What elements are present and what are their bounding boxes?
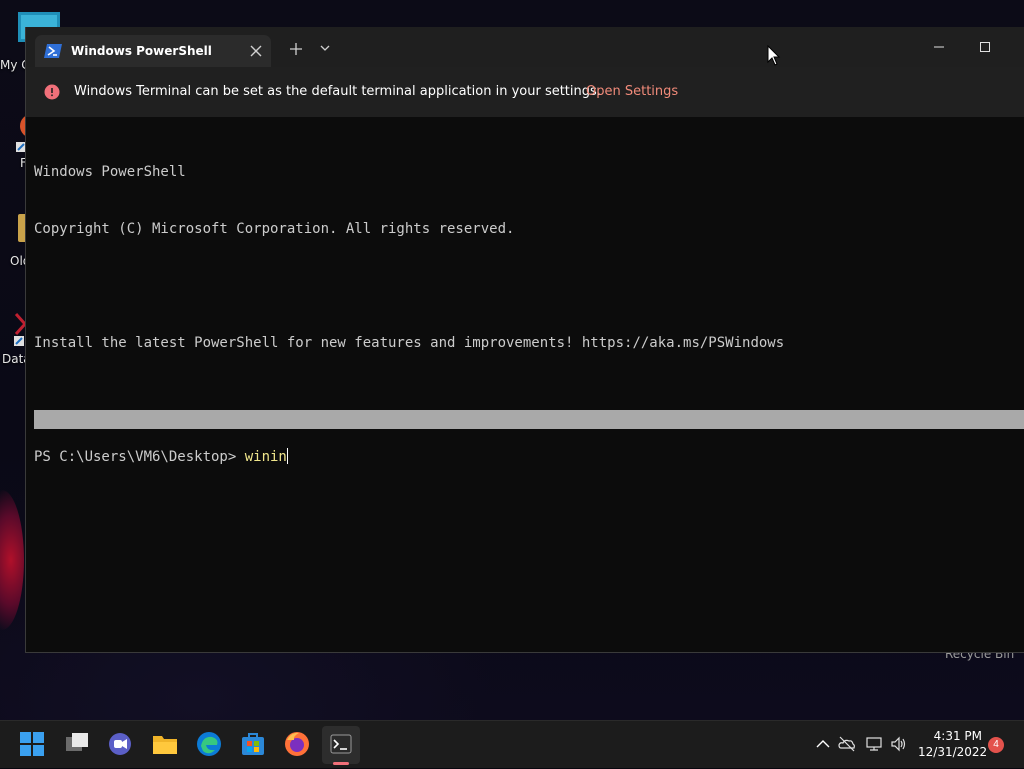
open-settings-link[interactable]: Open Settings [586, 84, 678, 99]
chevron-down-icon[interactable] [319, 42, 331, 54]
default-terminal-banner: Windows Terminal can be set as the defau… [26, 67, 1024, 117]
console-line: Windows PowerShell [34, 164, 186, 180]
tab-windows-powershell[interactable]: Windows PowerShell [35, 35, 271, 67]
firefox-icon[interactable] [283, 730, 311, 758]
terminal-window[interactable]: Windows PowerShell Windows Terminal can … [25, 27, 1024, 653]
network-icon[interactable] [865, 735, 883, 753]
terminal-taskbar-button[interactable] [322, 726, 360, 764]
tab-close-icon[interactable] [249, 44, 263, 58]
clock-date: 12/31/2022 [918, 745, 988, 759]
console-line: Install the latest PowerShell for new fe… [34, 335, 785, 351]
console-highlight-bar [34, 410, 1024, 429]
onedrive-icon[interactable] [838, 735, 856, 753]
mouse-pointer-icon [767, 45, 781, 66]
start-icon[interactable] [18, 730, 46, 758]
new-tab-icon[interactable] [288, 41, 304, 57]
file-explorer-icon[interactable] [151, 730, 179, 758]
console-line: Copyright (C) Microsoft Corporation. All… [34, 221, 515, 237]
info-icon [44, 84, 60, 100]
console-output[interactable]: Windows PowerShell Copyright (C) Microso… [34, 125, 1024, 505]
task-view-icon[interactable] [63, 730, 91, 758]
text-caret [286, 448, 288, 464]
clock-time: 4:31 PM [933, 729, 982, 743]
prompt-line[interactable]: PS C:\Users\VM6\Desktop> winin [34, 448, 1024, 467]
terminal-icon [330, 734, 352, 754]
taskbar: 4:31 PM 12/31/2022 4 [0, 720, 1024, 768]
chat-icon[interactable] [106, 730, 134, 758]
prompt: PS C:\Users\VM6\Desktop> [34, 449, 245, 465]
command-text: winin [244, 449, 287, 465]
tab-title: Windows PowerShell [71, 44, 212, 58]
store-icon[interactable] [239, 730, 267, 758]
title-bar[interactable]: Windows PowerShell [26, 27, 1024, 67]
banner-message: Windows Terminal can be set as the defau… [74, 84, 601, 99]
active-app-indicator [333, 762, 349, 765]
volume-icon[interactable] [890, 735, 908, 753]
edge-icon[interactable] [195, 730, 223, 758]
maximize-icon[interactable] [977, 39, 993, 55]
wallpaper-swirl [0, 490, 24, 630]
powershell-icon [44, 44, 62, 58]
chevron-up-icon[interactable] [814, 735, 832, 753]
minimize-icon[interactable] [931, 39, 947, 55]
system-clock[interactable]: 4:31 PM 12/31/2022 [918, 728, 988, 760]
notification-badge[interactable]: 4 [988, 737, 1004, 753]
